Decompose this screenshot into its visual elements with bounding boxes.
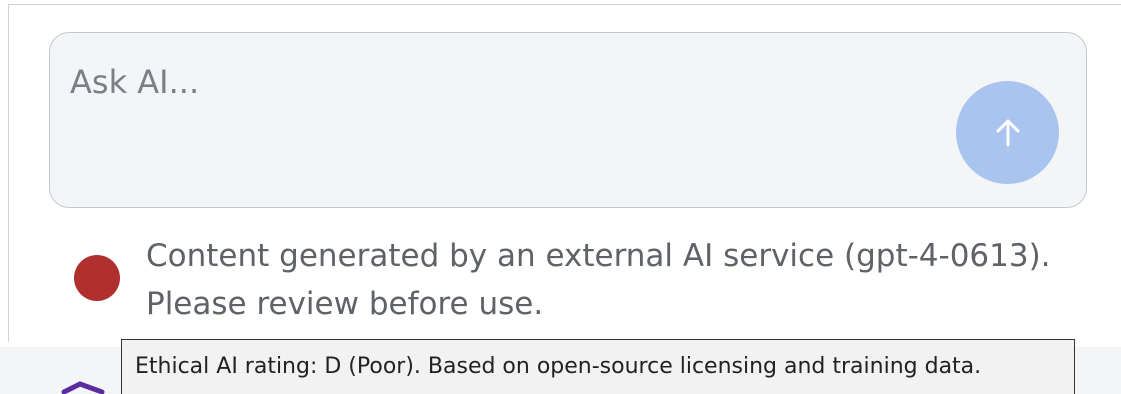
- tooltip-text: Ethical AI rating: D (Poor). Based on op…: [135, 354, 982, 379]
- send-button[interactable]: [956, 81, 1059, 184]
- ask-ai-box: [49, 32, 1087, 208]
- ask-ai-input[interactable]: [70, 63, 930, 125]
- ai-generated-notice: Content generated by an external AI serv…: [74, 232, 1074, 322]
- arrow-up-icon: [996, 119, 1019, 146]
- ai-notice-text: Content generated by an external AI serv…: [146, 238, 1051, 322]
- cursor-mark: [61, 381, 105, 394]
- ethical-rating-status-dot[interactable]: [74, 255, 120, 301]
- ethical-rating-tooltip: Ethical AI rating: D (Poor). Based on op…: [121, 339, 1075, 394]
